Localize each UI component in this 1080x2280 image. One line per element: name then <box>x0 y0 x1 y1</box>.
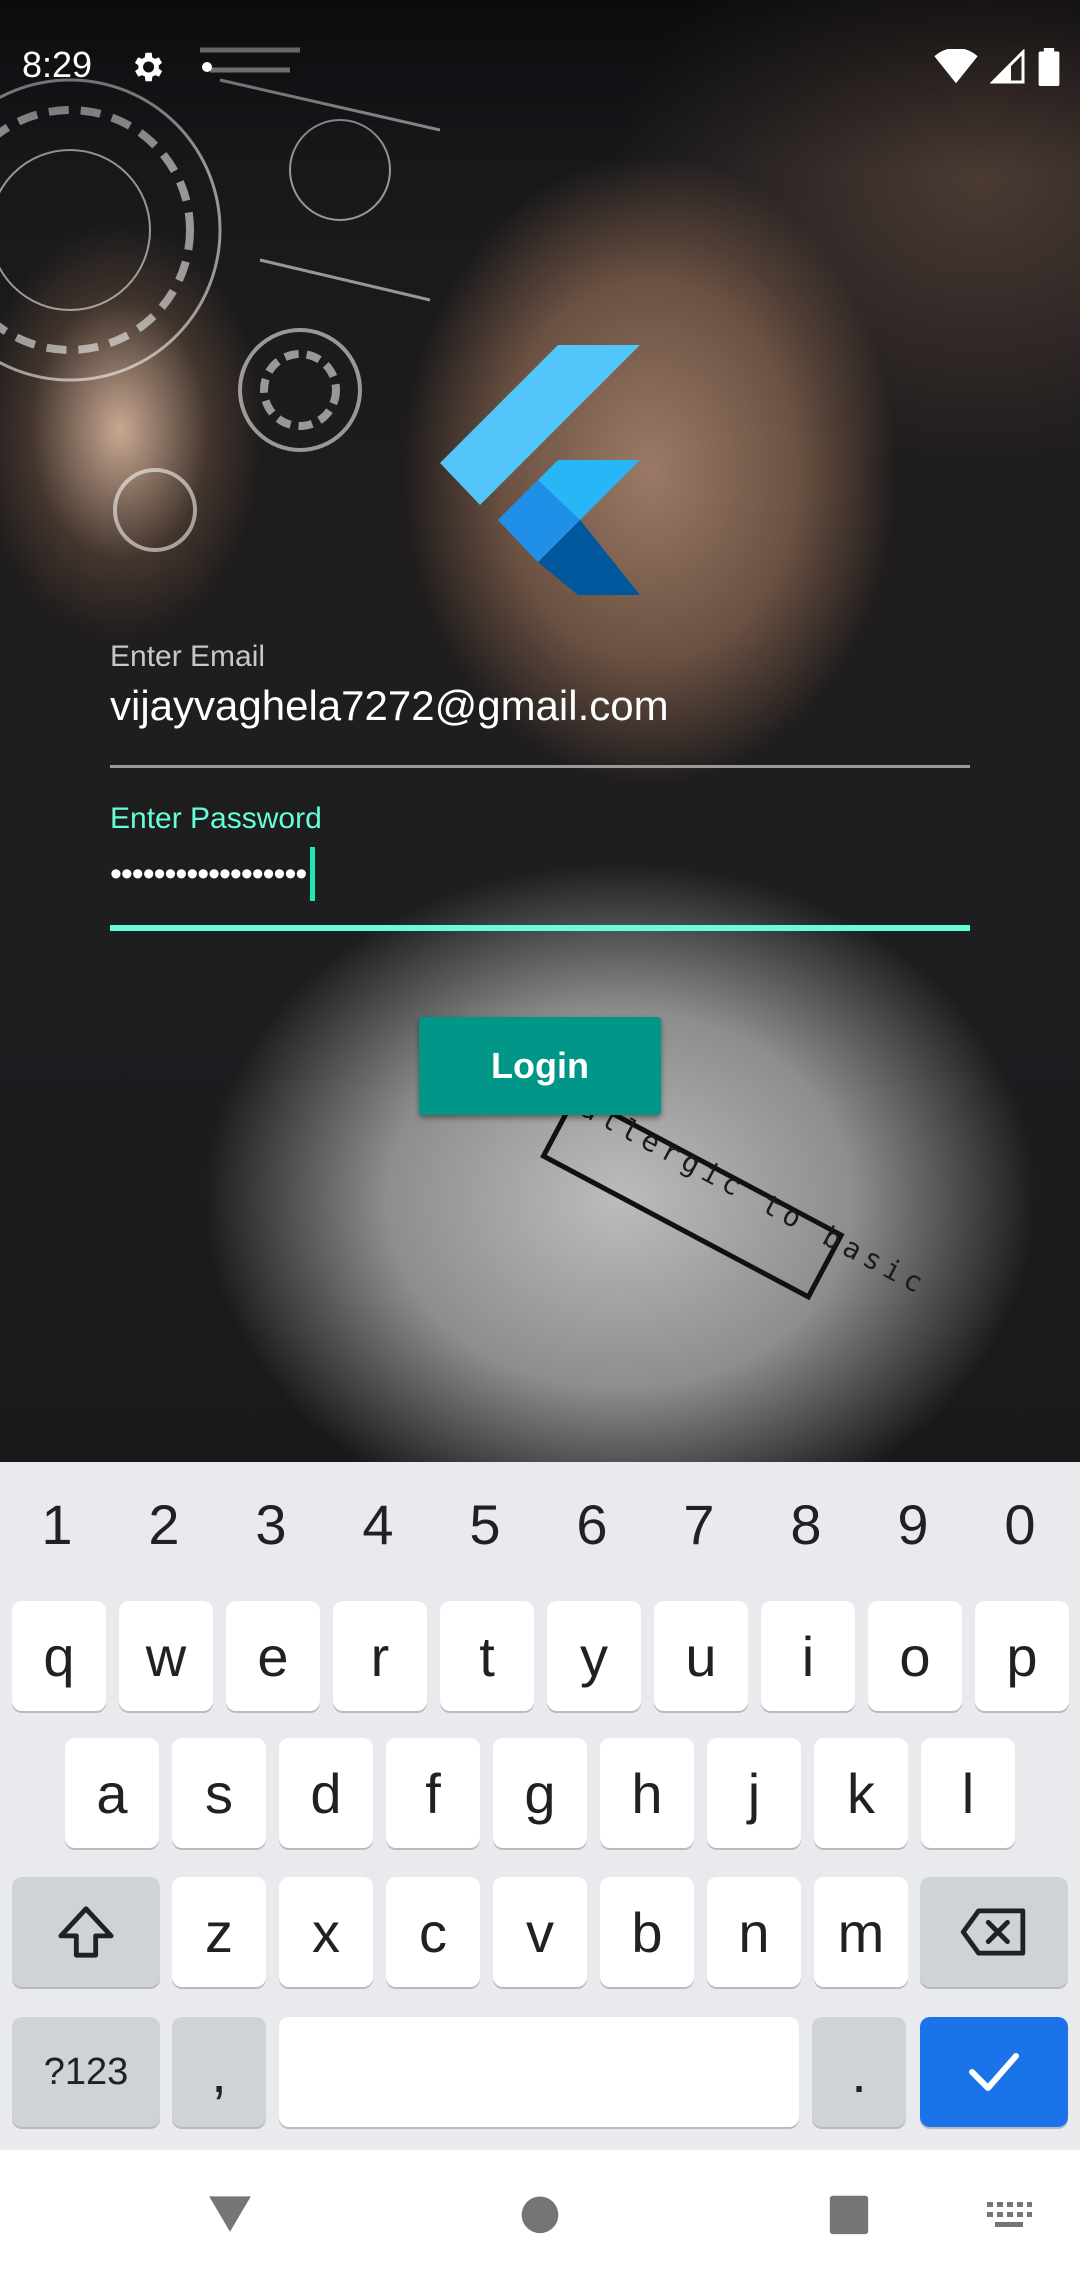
key-b[interactable]: b <box>600 1877 694 1987</box>
done-key[interactable] <box>920 2017 1068 2127</box>
key-j[interactable]: j <box>707 1738 801 1848</box>
keyboard-icon[interactable] <box>985 2200 1033 2230</box>
key-t[interactable]: t <box>440 1601 534 1711</box>
back-icon[interactable] <box>205 2188 255 2238</box>
key-f[interactable]: f <box>386 1738 480 1848</box>
key-l[interactable]: l <box>921 1738 1015 1848</box>
signal-icon <box>990 49 1025 84</box>
key-m[interactable]: m <box>814 1877 908 1987</box>
battery-icon <box>1038 48 1060 86</box>
key-7[interactable]: 7 <box>664 1492 734 1557</box>
recents-icon[interactable] <box>826 2188 872 2238</box>
key-v[interactable]: v <box>493 1877 587 1987</box>
home-icon[interactable] <box>518 2188 562 2238</box>
login-button[interactable]: Login <box>419 1017 661 1115</box>
shift-key[interactable] <box>12 1877 160 1987</box>
email-underline <box>110 765 970 768</box>
password-underline <box>110 925 970 931</box>
key-k[interactable]: k <box>814 1738 908 1848</box>
key-y[interactable]: y <box>547 1601 641 1711</box>
key-4[interactable]: 4 <box>343 1492 413 1557</box>
key-6[interactable]: 6 <box>557 1492 627 1557</box>
key-a[interactable]: a <box>65 1738 159 1848</box>
password-masked-value: •••••••••••••••••• <box>110 854 307 893</box>
email-label: Enter Email <box>110 640 266 673</box>
key-h[interactable]: h <box>600 1738 694 1848</box>
checkmark-icon <box>969 2053 1019 2091</box>
password-label: Enter Password <box>110 802 322 835</box>
shirt-graphic <box>540 1090 845 1301</box>
key-r[interactable]: r <box>333 1601 427 1711</box>
comma-key[interactable]: , <box>172 2017 266 2127</box>
key-8[interactable]: 8 <box>771 1492 841 1557</box>
space-key[interactable] <box>279 2017 799 2127</box>
email-field[interactable]: Enter Email vijayvaghela7272@gmail.com <box>110 640 970 730</box>
key-c[interactable]: c <box>386 1877 480 1987</box>
key-w[interactable]: w <box>119 1601 213 1711</box>
flutter-logo-icon <box>440 345 640 595</box>
key-u[interactable]: u <box>654 1601 748 1711</box>
key-i[interactable]: i <box>761 1601 855 1711</box>
backspace-icon <box>960 1908 1026 1956</box>
key-e[interactable]: e <box>226 1601 320 1711</box>
key-3[interactable]: 3 <box>236 1492 306 1557</box>
gear-icon <box>134 52 163 82</box>
key-d[interactable]: d <box>279 1738 373 1848</box>
key-n[interactable]: n <box>707 1877 801 1987</box>
email-input[interactable]: vijayvaghela7272@gmail.com <box>110 682 970 730</box>
key-p[interactable]: p <box>975 1601 1069 1711</box>
key-q[interactable]: q <box>12 1601 106 1711</box>
password-field[interactable]: Enter Password •••••••••••••••••• <box>110 802 970 902</box>
symbols-key[interactable]: ?123 <box>12 2017 160 2127</box>
key-o[interactable]: o <box>868 1601 962 1711</box>
key-1[interactable]: 1 <box>22 1492 92 1557</box>
key-2[interactable]: 2 <box>129 1492 199 1557</box>
key-5[interactable]: 5 <box>450 1492 520 1557</box>
key-g[interactable]: g <box>493 1738 587 1848</box>
period-key[interactable]: . <box>812 2017 906 2127</box>
wifi-icon <box>934 49 978 84</box>
status-bar: 8:29 <box>0 0 1080 136</box>
key-s[interactable]: s <box>172 1738 266 1848</box>
backspace-key[interactable] <box>920 1877 1068 1987</box>
shift-icon <box>58 1906 114 1958</box>
keyboard-number-row: 1 2 3 4 5 6 7 8 9 0 <box>0 1462 1080 1590</box>
notification-dot-icon <box>202 62 212 72</box>
password-input[interactable]: •••••••••••••••••• <box>110 846 970 902</box>
status-time: 8:29 <box>22 44 93 85</box>
navigation-bar <box>0 2150 1080 2280</box>
soft-keyboard: 1 2 3 4 5 6 7 8 9 0 q w e r t y u i o p … <box>0 1462 1080 2150</box>
background-photo: allergic to basic <box>0 0 1080 1462</box>
key-0[interactable]: 0 <box>985 1492 1055 1557</box>
key-x[interactable]: x <box>279 1877 373 1987</box>
key-z[interactable]: z <box>172 1877 266 1987</box>
key-9[interactable]: 9 <box>878 1492 948 1557</box>
text-cursor <box>310 847 316 901</box>
